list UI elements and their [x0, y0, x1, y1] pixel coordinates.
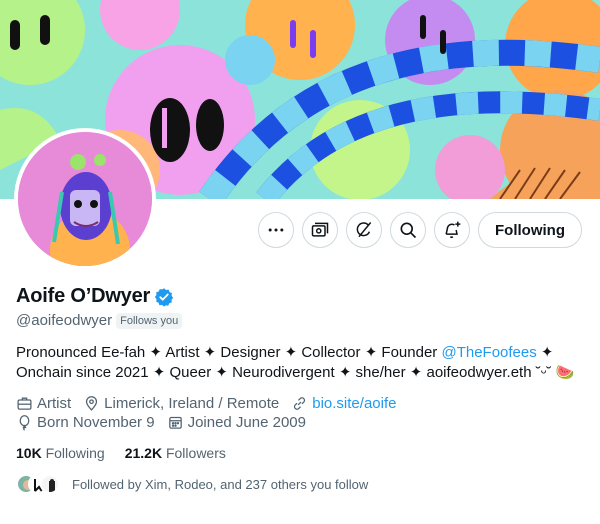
following-stat[interactable]: 10K Following — [16, 445, 105, 461]
search-icon — [400, 222, 417, 239]
search-button[interactable] — [390, 212, 427, 248]
joined-item: Joined June 2009 — [167, 414, 306, 431]
profile-actions: Following — [258, 212, 582, 248]
link-icon — [294, 397, 306, 410]
bio-text: Pronounced Ee-fah ✦ Artist ✦ Designer ✦ … — [16, 344, 442, 361]
notify-icon — [445, 221, 461, 239]
followers-count: 21.2K — [124, 445, 163, 461]
follows-you-badge: Follows you — [116, 312, 183, 329]
bio-mention-link[interactable]: @TheFoofees — [441, 344, 536, 361]
location-label: Limerick, Ireland / Remote — [104, 395, 280, 412]
mini-avatar — [40, 474, 60, 494]
bio-line-1: Pronounced Ee-fah ✦ Artist ✦ Designer ✦ … — [16, 343, 592, 363]
followed-by-row[interactable]: Followed by Xim, Rodeo, and 237 others y… — [16, 474, 368, 494]
followers-stat[interactable]: 21.2K Followers — [125, 445, 226, 461]
briefcase-icon — [17, 397, 32, 410]
balloon-icon — [19, 415, 30, 431]
display-name: Aoife O’Dwyer — [16, 285, 151, 307]
more-icon — [268, 228, 284, 232]
user-handle: @aoifeodwyer — [16, 312, 113, 329]
more-button[interactable] — [258, 212, 295, 248]
profile-avatar[interactable] — [14, 128, 156, 270]
birthday-label: Born November 9 — [37, 414, 155, 431]
verified-badge-icon[interactable] — [154, 287, 174, 307]
avatar-image — [18, 132, 152, 266]
following-stat-label: Following — [45, 445, 105, 461]
following-count: 10K — [16, 445, 42, 461]
calendar-icon — [168, 416, 182, 429]
following-button[interactable]: Following — [478, 212, 582, 248]
birthday-item: Born November 9 — [16, 414, 155, 431]
follow-stats: 10K Following 21.2K Followers — [16, 445, 226, 461]
handle-row: @aoifeodwyer Follows you — [16, 312, 183, 329]
profile-bio: Pronounced Ee-fah ✦ Artist ✦ Designer ✦ … — [16, 343, 592, 383]
website-item[interactable]: bio.site/aoife — [291, 395, 396, 412]
grok-icon — [356, 222, 372, 238]
website-link[interactable]: bio.site/aoife — [312, 395, 396, 412]
subscriptions-button[interactable] — [302, 212, 339, 248]
profession-label: Artist — [37, 395, 72, 412]
followed-by-text: Followed by Xim, Rodeo, and 237 others y… — [72, 476, 369, 492]
location-pin-icon — [86, 396, 98, 411]
followed-by-avatars — [16, 474, 60, 494]
notify-button[interactable] — [434, 212, 471, 248]
grok-button[interactable] — [346, 212, 383, 248]
profile-meta-row-2: Born November 9 Joined June 2009 — [16, 414, 592, 431]
bio-line-2: Onchain since 2021 ✦ Queer ✦ Neurodiverg… — [16, 364, 575, 381]
location-item: Limerick, Ireland / Remote — [83, 395, 279, 412]
profile-meta-row-1: Artist Limerick, Ireland / Remote bio.si… — [16, 395, 592, 412]
name-row: Aoife O’Dwyer — [16, 285, 174, 308]
followers-stat-label: Followers — [165, 445, 226, 461]
joined-label: Joined June 2009 — [187, 414, 306, 431]
bio-text-end: ✦ — [536, 344, 554, 361]
profession-item: Artist — [16, 395, 71, 412]
subscriptions-icon — [311, 222, 329, 237]
